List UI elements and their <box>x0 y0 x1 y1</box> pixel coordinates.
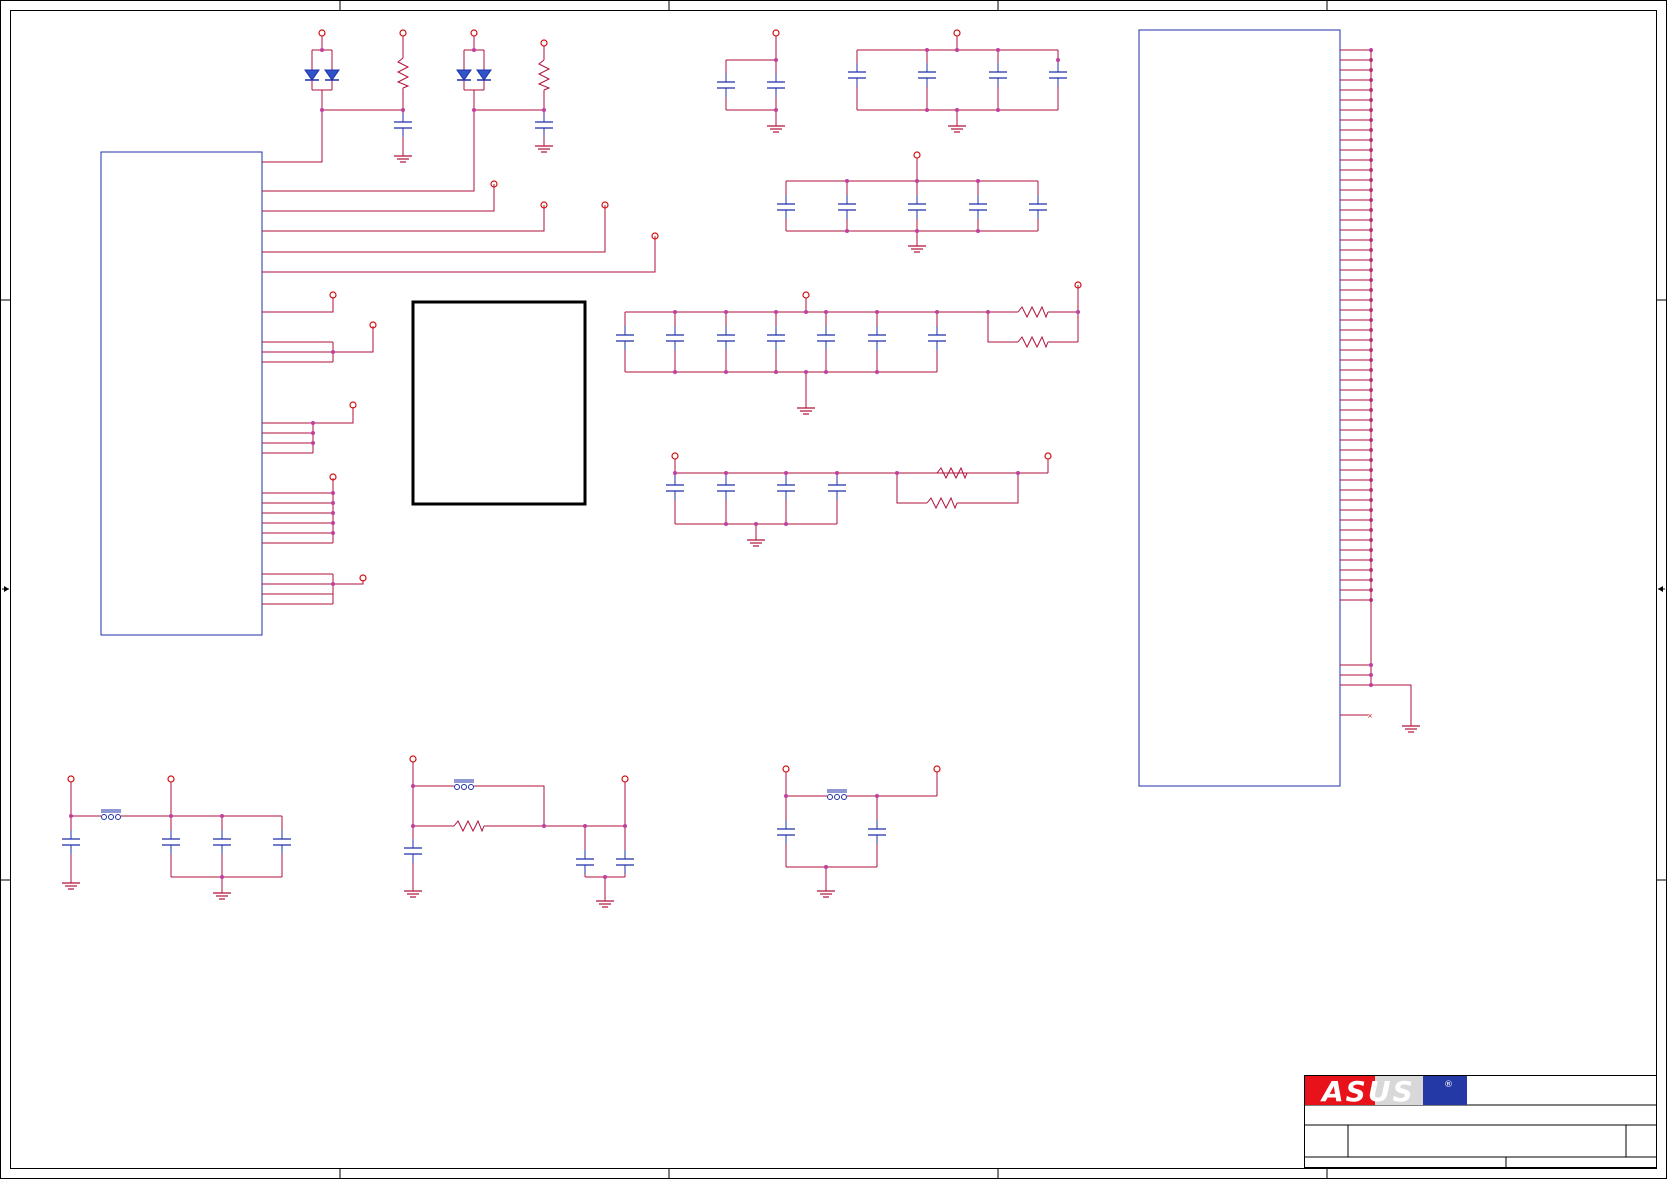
ground-f3 <box>816 884 836 898</box>
capacitor-d-4 <box>766 325 786 351</box>
filter-circuit-2[interactable] <box>409 755 629 895</box>
capacitor-f1-4 <box>272 829 292 855</box>
ground-f2-a <box>403 884 423 898</box>
resistor-f2 <box>453 820 485 832</box>
registered-mark: ® <box>1444 1080 1453 1090</box>
diode-pair-2 <box>456 69 492 81</box>
capacitor-a1 <box>716 72 736 98</box>
schematic-sheet: × ASUS ® <box>0 0 1667 1179</box>
capacitor-b3 <box>988 62 1008 88</box>
capacitor-f1-1 <box>61 829 81 855</box>
ferrite-bead-3 <box>826 789 848 800</box>
resistor-r1 <box>397 57 409 89</box>
ic-center-block[interactable] <box>411 300 587 506</box>
decap-junctions <box>673 48 1080 526</box>
asus-logo-text: ASUS <box>1320 1075 1415 1108</box>
capacitor-f1-3 <box>212 829 232 855</box>
capacitor-c-1 <box>776 194 796 220</box>
decap-group-c[interactable] <box>785 151 1039 240</box>
resistor-e-2 <box>926 497 958 509</box>
capacitor-c-3 <box>907 194 927 220</box>
ground-1 <box>393 149 413 163</box>
ground-2 <box>534 139 554 153</box>
capacitor-b1 <box>847 62 867 88</box>
filter-circuit-3[interactable] <box>782 765 941 885</box>
connector-right-pins <box>1340 48 1373 602</box>
capacitor-c1 <box>393 112 413 138</box>
capacitor-e-1 <box>665 475 685 501</box>
resistor-d-2 <box>1017 336 1049 348</box>
capacitor-d-5 <box>816 325 836 351</box>
capacitor-e-3 <box>776 475 796 501</box>
decap-group-e[interactable] <box>671 452 1049 534</box>
ground-connector <box>1401 719 1421 733</box>
diode-group-2[interactable] <box>463 29 544 111</box>
zone-arrow-left <box>2 586 9 592</box>
decap-group-b[interactable] <box>856 29 1059 120</box>
ic-left-block[interactable] <box>100 151 263 636</box>
capacitor-c-5 <box>1028 194 1048 220</box>
asus-logo: ASUS ® <box>1305 1075 1467 1108</box>
capacitor-d-6 <box>867 325 887 351</box>
decap-group-d[interactable] <box>624 285 1079 402</box>
capacitor-f2-1 <box>403 838 423 864</box>
zone-arrow-right <box>1658 586 1665 592</box>
capacitor-f1-2 <box>161 829 181 855</box>
ic-left-pin-wires <box>262 110 656 605</box>
no-connect-mark: × <box>1367 712 1373 720</box>
diode-junctions <box>320 48 546 112</box>
capacitor-f2-2 <box>575 849 595 875</box>
capacitor-e-4 <box>827 475 847 501</box>
capacitor-d-7 <box>927 325 947 351</box>
capacitor-d-3 <box>716 325 736 351</box>
capacitor-d-2 <box>665 325 685 351</box>
ground-f1-b <box>212 886 232 900</box>
capacitor-f3-1 <box>776 819 796 845</box>
capacitor-e-2 <box>716 475 736 501</box>
capacitor-f2-3 <box>615 849 635 875</box>
ground-f2-b <box>595 894 615 908</box>
ground-f1-a <box>61 876 81 890</box>
ground-a <box>766 119 786 133</box>
capacitor-f3-2 <box>867 819 887 845</box>
ic-left-power-ports <box>329 180 659 582</box>
capacitor-d-1 <box>615 325 635 351</box>
ic-left-junctions <box>311 350 335 586</box>
decap-group-a[interactable] <box>725 29 780 120</box>
ground-c <box>907 239 927 253</box>
connector-right-gnd-junctions <box>1369 663 1373 687</box>
capacitor-b4 <box>1048 62 1068 88</box>
resistor-r2 <box>538 59 550 91</box>
ground-b <box>947 119 967 133</box>
capacitor-c-4 <box>968 194 988 220</box>
diode-pair-1 <box>304 69 340 81</box>
power-port-e <box>1044 452 1052 460</box>
capacitor-c-2 <box>837 194 857 220</box>
capacitor-b2 <box>917 62 937 88</box>
filter-junctions <box>69 784 879 879</box>
ground-d <box>796 401 816 415</box>
ferrite-bead-1 <box>100 809 122 820</box>
sheet-frame <box>0 0 1667 1179</box>
ground-e <box>746 533 766 547</box>
capacitor-c2 <box>534 112 554 138</box>
connector-right-block[interactable] <box>1138 29 1341 787</box>
resistor-d-1 <box>1017 306 1049 318</box>
filter-circuit-1[interactable] <box>67 775 283 887</box>
capacitor-a2 <box>766 72 786 98</box>
ferrite-bead-2 <box>453 779 475 790</box>
